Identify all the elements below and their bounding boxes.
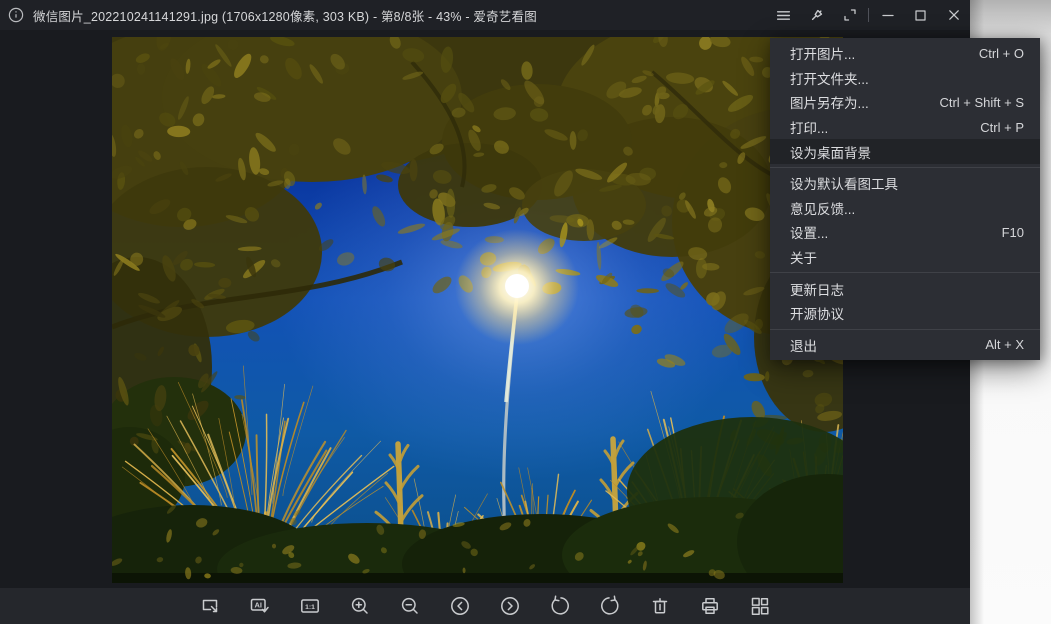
menu-item-label: 设置...	[790, 222, 828, 242]
menu-item[interactable]: 设为桌面背景	[770, 139, 1040, 164]
minimize-icon	[880, 7, 896, 23]
menu-item[interactable]: 打开文件夹...	[770, 66, 1040, 91]
rotate-left-button[interactable]	[549, 595, 571, 617]
chevron-left-circle-icon	[449, 595, 471, 617]
menu-item[interactable]: 设置... F10	[770, 220, 1040, 245]
hamburger-icon	[775, 7, 792, 24]
menu-item-label: 图片另存为...	[790, 92, 869, 112]
info-circle-icon[interactable]	[8, 7, 24, 23]
crop-icon	[199, 595, 221, 617]
delete-button[interactable]	[649, 595, 671, 617]
crop-button[interactable]	[199, 595, 221, 617]
menu-item-shortcut: Ctrl + O	[979, 46, 1024, 61]
maximize-button[interactable]	[904, 0, 937, 30]
menu-item[interactable]: 关于	[770, 245, 1040, 270]
close-icon	[946, 7, 962, 23]
titlebar-divider	[868, 8, 869, 22]
maximize-icon	[913, 8, 928, 23]
photo-image[interactable]	[112, 37, 843, 583]
menu-item-label: 更新日志	[790, 279, 844, 299]
ai-check-icon: AI	[249, 595, 271, 617]
menu-item-label: 关于	[790, 247, 817, 267]
menu-separator	[770, 167, 1040, 168]
main-menu-button[interactable]	[767, 0, 800, 30]
menu-item[interactable]: 打开图片... Ctrl + O	[770, 41, 1040, 66]
zoom-out-icon	[399, 595, 421, 617]
fullscreen-button[interactable]	[833, 0, 866, 30]
pin-on-top-button[interactable]	[800, 0, 833, 30]
bottom-toolbar: AI 1:1	[0, 588, 970, 624]
menu-item-shortcut: Alt + X	[985, 337, 1024, 352]
zoom-out-button[interactable]	[399, 595, 421, 617]
one-to-one-icon: 1:1	[299, 595, 321, 617]
ai-enhance-button[interactable]: AI	[249, 595, 271, 617]
trash-icon	[649, 595, 671, 617]
browse-grid-button[interactable]	[749, 595, 771, 617]
window-controls	[767, 0, 970, 30]
zoom-in-icon	[349, 595, 371, 617]
minimize-button[interactable]	[871, 0, 904, 30]
fullscreen-icon	[842, 7, 858, 23]
pin-icon	[808, 7, 825, 24]
previous-image-button[interactable]	[449, 595, 471, 617]
menu-item-label: 意见反馈...	[790, 198, 855, 218]
menu-item-label: 设为桌面背景	[790, 142, 871, 162]
menu-item-label: 设为默认看图工具	[790, 173, 898, 193]
menu-item-shortcut: Ctrl + Shift + S	[939, 95, 1024, 110]
rotate-right-icon	[599, 595, 621, 617]
titlebar: 微信图片_202210241141291.jpg (1706x1280像素, 3…	[0, 0, 970, 30]
svg-text:1:1: 1:1	[305, 604, 315, 611]
menu-item[interactable]: 意见反馈...	[770, 196, 1040, 221]
menu-item[interactable]: 开源协议	[770, 301, 1040, 326]
rotate-right-button[interactable]	[599, 595, 621, 617]
menu-item-shortcut: Ctrl + P	[980, 120, 1024, 135]
menu-item-label: 打开文件夹...	[790, 68, 869, 88]
grid-icon	[749, 595, 771, 617]
actual-size-button[interactable]: 1:1	[299, 595, 321, 617]
menu-separator	[770, 272, 1040, 273]
menu-item-label: 开源协议	[790, 303, 844, 323]
menu-item[interactable]: 退出 Alt + X	[770, 333, 1040, 358]
menu-item-label: 退出	[790, 335, 817, 355]
menu-item[interactable]: 设为默认看图工具	[770, 171, 1040, 196]
menu-item-label: 打印...	[790, 117, 828, 137]
screen: 微信图片_202210241141291.jpg (1706x1280像素, 3…	[0, 0, 1051, 624]
menu-item-label: 打开图片...	[790, 43, 855, 63]
chevron-right-circle-icon	[499, 595, 521, 617]
print-button[interactable]	[699, 595, 721, 617]
next-image-button[interactable]	[499, 595, 521, 617]
zoom-in-button[interactable]	[349, 595, 371, 617]
menu-item[interactable]: 更新日志	[770, 276, 1040, 301]
close-button[interactable]	[937, 0, 970, 30]
menu-separator	[770, 329, 1040, 330]
menu-item[interactable]: 图片另存为... Ctrl + Shift + S	[770, 90, 1040, 115]
menu-item-shortcut: F10	[1002, 225, 1024, 240]
window-title: 微信图片_202210241141291.jpg (1706x1280像素, 3…	[33, 6, 537, 25]
printer-icon	[699, 595, 721, 617]
rotate-left-icon	[549, 595, 571, 617]
app-menu: 打开图片... Ctrl + O 打开文件夹... 图片另存为... Ctrl + Sh…	[770, 38, 1040, 360]
svg-text:AI: AI	[254, 601, 262, 610]
menu-item[interactable]: 打印... Ctrl + P	[770, 115, 1040, 140]
